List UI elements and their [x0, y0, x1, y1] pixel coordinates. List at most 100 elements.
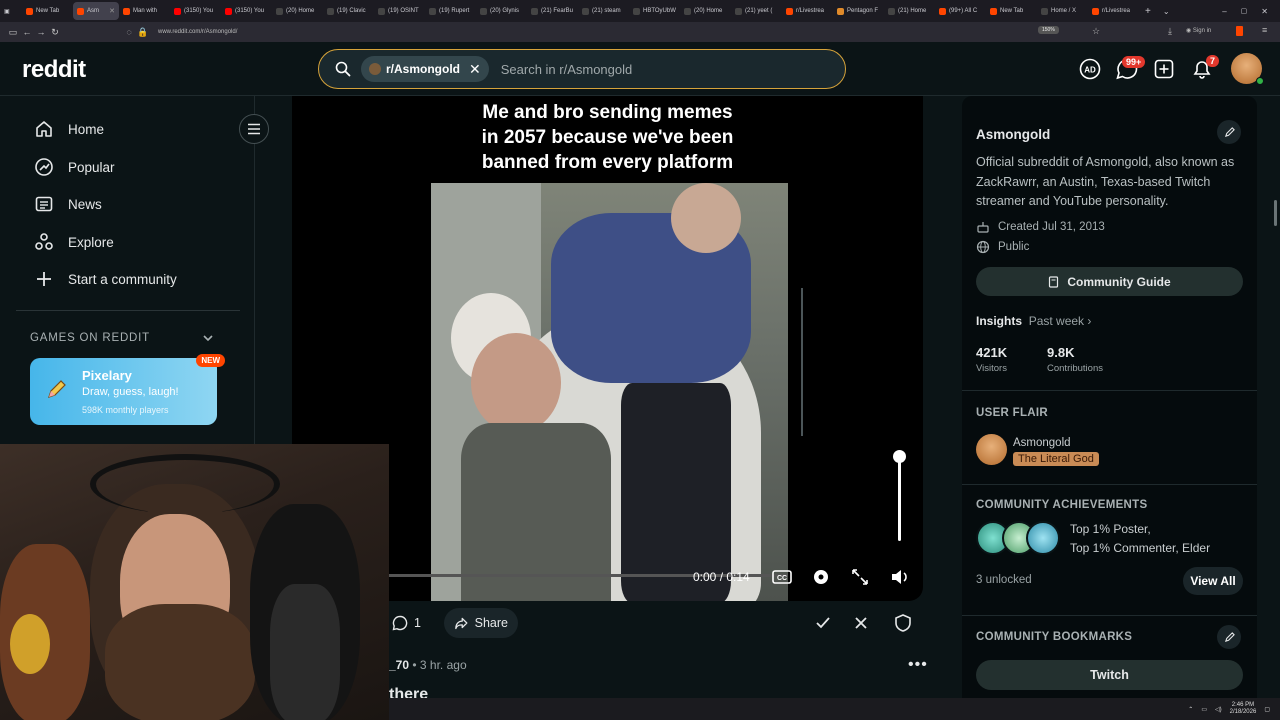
reddit-logo[interactable]: reddit: [22, 56, 86, 84]
view-all-button[interactable]: View All: [1183, 567, 1243, 595]
close-icon[interactable]: ✕: [469, 61, 481, 78]
sidebar-item-popular[interactable]: Popular: [34, 157, 115, 177]
browser-tab[interactable]: (19) Clavic: [323, 2, 374, 20]
insights-row[interactable]: Insights Past week ›: [976, 314, 1091, 328]
sidebar-item-news[interactable]: News: [34, 194, 102, 214]
page-scrollbar[interactable]: [1274, 200, 1277, 226]
browser-tab[interactable]: HBTOyUbW: [629, 2, 680, 20]
speaker-icon[interactable]: ◁): [1215, 706, 1222, 713]
chevron-down-icon[interactable]: [201, 331, 215, 345]
close-tab-icon[interactable]: ✕: [109, 7, 115, 15]
more-options-icon[interactable]: •••: [908, 656, 928, 674]
browser-tab[interactable]: (19) Rupert: [425, 2, 476, 20]
sidebar-item-start-community[interactable]: Start a community: [34, 269, 177, 289]
section-divider: [962, 390, 1257, 391]
tray-chevron-icon[interactable]: ⌃: [1188, 706, 1193, 713]
search-bar[interactable]: r/Asmongold ✕: [318, 49, 846, 89]
sidebar-item-home[interactable]: Home: [34, 119, 104, 139]
lock-icon[interactable]: 🔒: [136, 27, 150, 38]
achievement-badge-icon[interactable]: [1026, 521, 1060, 555]
system-tray: ⌃ ▭ ◁) 2:46 PM 2/18/2026 ▢: [389, 698, 1280, 720]
browser-tab[interactable]: (3150) You: [170, 2, 221, 20]
star-icon[interactable]: ☆: [1092, 26, 1100, 37]
new-badge: NEW: [196, 354, 225, 367]
community-visibility: Public: [976, 240, 1029, 254]
explore-icon: [35, 233, 53, 250]
browser-tab[interactable]: (3150) You: [221, 2, 272, 20]
volume-slider[interactable]: [898, 456, 901, 541]
browser-tab[interactable]: (21) steam: [578, 2, 629, 20]
tab-favicon-icon: [786, 7, 793, 15]
remove-x-icon[interactable]: [848, 610, 874, 636]
minimize-button[interactable]: –: [1222, 7, 1226, 16]
browser-tab[interactable]: Home / X: [1037, 2, 1088, 20]
create-post-icon[interactable]: [1153, 58, 1175, 80]
approve-check-icon[interactable]: [810, 610, 836, 636]
edit-bookmarks-button[interactable]: [1217, 625, 1241, 649]
collapse-sidebar-button[interactable]: [239, 114, 269, 144]
sidebar-toggle-icon[interactable]: ▭: [6, 27, 20, 38]
new-tab-button[interactable]: +: [1145, 6, 1151, 17]
post-author[interactable]: _70: [389, 658, 409, 672]
browser-tab[interactable]: (21) Home: [884, 2, 935, 20]
browser-tab[interactable]: r/Livestrea: [782, 2, 833, 20]
subreddit-chip[interactable]: r/Asmongold ✕: [361, 56, 489, 82]
browser-tab[interactable]: (20) Home: [680, 2, 731, 20]
browser-tab[interactable]: r/Livestrea: [1088, 2, 1139, 20]
tab-list-dropdown[interactable]: ⌄: [1163, 7, 1170, 16]
plus-icon: [37, 272, 51, 286]
extension-icon[interactable]: [1236, 26, 1243, 36]
community-guide-button[interactable]: Community Guide: [976, 267, 1243, 296]
bookmark-twitch-button[interactable]: Twitch: [976, 660, 1243, 690]
shield-icon[interactable]: ◌: [122, 27, 136, 37]
mod-shield-icon[interactable]: [890, 610, 916, 636]
close-window-button[interactable]: ✕: [1261, 7, 1268, 16]
clock[interactable]: 2:46 PM 2/18/2026: [1230, 702, 1257, 716]
browser-tab[interactable]: (21) yeet (: [731, 2, 782, 20]
search-input[interactable]: [500, 61, 801, 77]
insights-period: Past week: [1028, 314, 1085, 328]
network-icon[interactable]: ▭: [1201, 706, 1207, 713]
volume-slider-handle[interactable]: [893, 450, 906, 463]
expand-icon[interactable]: [849, 566, 871, 588]
community-sidebar: Asmongold Official subreddit of Asmongol…: [962, 96, 1257, 720]
browser-tab[interactable]: (19) OSINT: [374, 2, 425, 20]
browser-tab[interactable]: (20) Glynis: [476, 2, 527, 20]
download-icon[interactable]: ⤓: [1168, 26, 1172, 37]
edit-community-button[interactable]: [1217, 120, 1241, 144]
browser-tab[interactable]: Asm ✕: [73, 2, 119, 20]
url-field[interactable]: www.reddit.com/r/Asmongold/: [158, 29, 237, 35]
browser-tab[interactable]: (99+) All C: [935, 2, 986, 20]
browser-tab[interactable]: New Tab: [22, 2, 73, 20]
comments-button[interactable]: 1: [382, 608, 431, 638]
maximize-button[interactable]: ▢: [1241, 7, 1248, 15]
advertise-icon[interactable]: AD: [1079, 58, 1101, 80]
browser-menu[interactable]: ▣: [0, 2, 22, 20]
tab-label: HBTOyUbW: [643, 8, 676, 14]
community-created: Created Jul 31, 2013: [976, 220, 1105, 234]
sidebar-item-explore[interactable]: Explore: [34, 232, 114, 252]
browser-tab[interactable]: (20) Home: [272, 2, 323, 20]
zoom-level[interactable]: 150%: [1038, 26, 1059, 34]
browser-tab[interactable]: (21) FearBu: [527, 2, 578, 20]
account-icon[interactable]: ◉ Sign in: [1186, 27, 1211, 34]
browser-tab[interactable]: Man with: [119, 2, 170, 20]
share-button[interactable]: Share: [444, 608, 518, 638]
browser-tab[interactable]: New Tab: [986, 2, 1037, 20]
notification-center-icon[interactable]: ▢: [1264, 706, 1270, 713]
menu-icon[interactable]: ≡: [1262, 25, 1267, 35]
browser-tab[interactable]: Pentagon F: [833, 2, 884, 20]
pixelary-game-card[interactable]: Pixelary Draw, guess, laugh! 598K monthl…: [30, 354, 225, 425]
forward-button[interactable]: →: [34, 27, 48, 37]
settings-icon[interactable]: [810, 566, 832, 588]
notifications-badge: 7: [1206, 55, 1220, 67]
volume-icon[interactable]: [889, 566, 911, 588]
games-section-header[interactable]: GAMES ON REDDIT: [30, 332, 150, 344]
flair-tag[interactable]: The Literal God: [1013, 452, 1099, 466]
hamburger-icon: [248, 123, 260, 135]
back-button[interactable]: ←: [20, 27, 34, 37]
video-caption: Me and bro sending memes in 2057 because…: [481, 102, 734, 173]
reload-button[interactable]: ↻: [48, 27, 62, 38]
captions-icon[interactable]: CC: [771, 566, 793, 588]
visibility-label: Public: [998, 241, 1030, 253]
